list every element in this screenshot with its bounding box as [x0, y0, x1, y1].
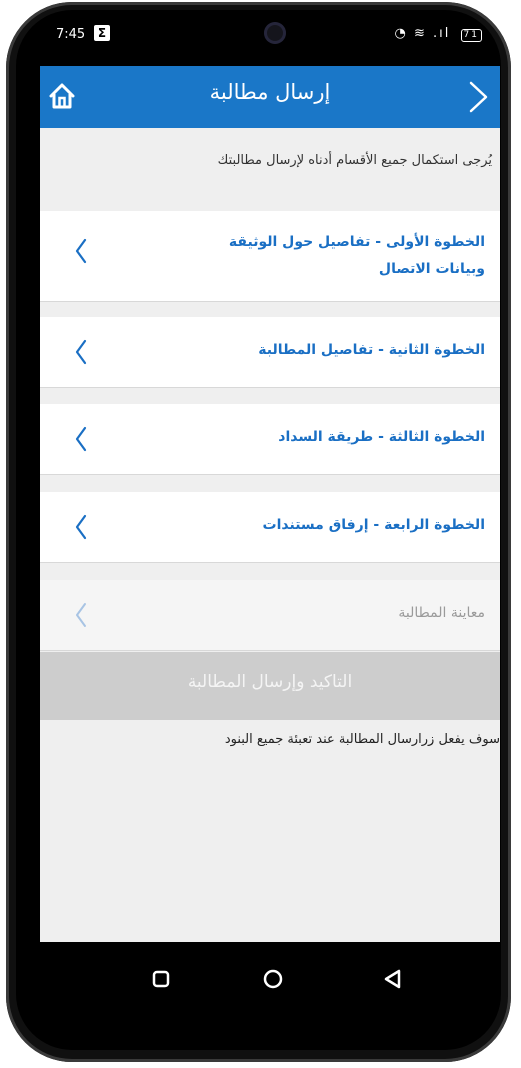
intro-text: يُرجى استكمال جميع الأقسام أدناه لإرسال …	[217, 153, 492, 168]
status-icons-text: ◔ ≋ .ıl	[394, 26, 451, 41]
confirm-submit-button[interactable]: التاكيد وإرسال المطالبة	[40, 652, 500, 720]
step-4-card[interactable]: الخطوة الرابعة - إرفاق مستندات	[40, 492, 500, 563]
home-icon[interactable]	[48, 82, 76, 110]
android-nav-bar	[40, 942, 500, 1020]
step-3-label: الخطوة الثالثة - طريقة السداد	[278, 429, 485, 445]
recents-icon[interactable]	[146, 964, 176, 994]
back-triangle-icon[interactable]	[378, 964, 408, 994]
battery-icon: 71	[460, 29, 482, 42]
page-title: إرسال مطالبة	[209, 80, 331, 104]
step-4-label: الخطوة الرابعة - إرفاق مستندات	[262, 517, 485, 533]
phone-frame: 7:45 Σ ◔ ≋ .ıl 71 إرسال مطالبة يُرجى است…	[0, 0, 521, 1068]
preview-label: معاينة المطالبة	[398, 605, 485, 621]
status-icons: ◔ ≋ .ıl 71	[395, 26, 482, 42]
step-2-card[interactable]: الخطوة الثانية - تفاصيل المطالبة	[40, 317, 500, 388]
status-time: 7:45	[56, 27, 86, 42]
chevron-left-icon	[75, 238, 87, 264]
step-1-card[interactable]: الخطوة الأولى - تفاصيل حول الوثيقة وبيان…	[40, 211, 500, 302]
chevron-left-icon	[75, 339, 87, 365]
chevron-left-icon	[76, 603, 86, 627]
chevron-left-icon	[75, 426, 87, 452]
step-2-label: الخطوة الثانية - تفاصيل المطالبة	[258, 342, 485, 358]
app-screen: إرسال مطالبة يُرجى استكمال جميع الأقسام …	[40, 66, 500, 942]
home-circle-icon[interactable]	[258, 964, 288, 994]
preview-card: معاينة المطالبة	[40, 580, 500, 651]
app-bar: إرسال مطالبة	[40, 66, 500, 128]
step-1-label: الخطوة الأولى - تفاصيل حول الوثيقة وبيان…	[228, 234, 485, 277]
status-bar: 7:45 Σ ◔ ≋ .ıl 71	[40, 20, 500, 48]
step-3-card[interactable]: الخطوة الثالثة - طريقة السداد	[40, 404, 500, 475]
submit-note: سوف يفعل زرارسال المطالبة عند تعبئة جميع…	[224, 732, 500, 747]
sigma-icon: Σ	[94, 25, 110, 41]
chevron-left-icon	[75, 514, 87, 540]
battery-level: 71	[463, 30, 479, 40]
